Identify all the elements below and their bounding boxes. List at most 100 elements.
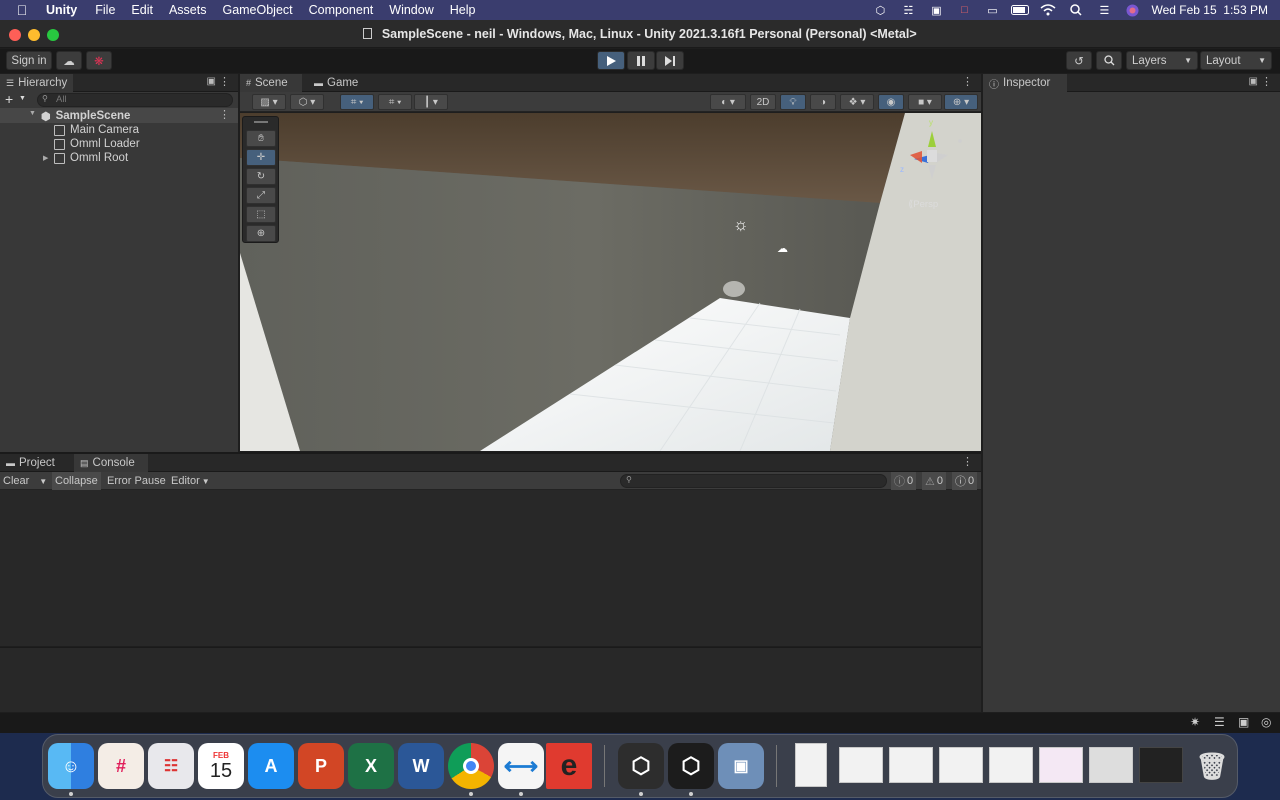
rotate-tool-icon[interactable]: ↻ (246, 168, 276, 185)
error-count-toggle[interactable]: ⓘ 0 (952, 472, 978, 490)
wifi-icon[interactable] (1039, 3, 1057, 17)
kebab-menu-icon[interactable]: ⋮ (962, 75, 973, 88)
unity-window-thumbnail[interactable] (1139, 747, 1183, 783)
chrome-window-thumbnail[interactable] (939, 747, 983, 783)
notes-tray-icon[interactable]: □ (955, 3, 973, 17)
history-icon[interactable]: ↺ (1066, 51, 1092, 70)
scale-tool-icon[interactable]: ⤢ (246, 187, 276, 204)
display-tray-icon[interactable]: ▭ (983, 3, 1001, 17)
tab-hierarchy[interactable]: ☰ Hierarchy (0, 74, 74, 92)
excel-icon[interactable]: X (348, 743, 394, 789)
cache-icon[interactable]: ☰ (1214, 715, 1225, 729)
scene-visibility-icon[interactable]: ◉ (878, 94, 904, 110)
effects-dropdown[interactable]: ❖ ▾ (840, 94, 874, 110)
slack-icon[interactable]: # (98, 743, 144, 789)
editor-dropdown[interactable]: Editor ▼ (168, 472, 213, 490)
vscode-icon[interactable]: ⟷ (498, 743, 544, 789)
camera-dropdown[interactable]: ■ ▾ (908, 94, 942, 110)
step-button[interactable] (656, 51, 684, 70)
tools-drag-handle[interactable] (254, 121, 268, 123)
scene-root-item[interactable]: ▼ ⬢ SampleScene (29, 109, 130, 123)
menu-edit[interactable]: Edit (123, 3, 161, 17)
tab-console[interactable]: ▤ Console (74, 454, 148, 472)
tab-inspector[interactable]: ⓘ Inspector (983, 74, 1067, 92)
console-detail-area[interactable] (0, 647, 981, 712)
siri-icon[interactable] (1123, 3, 1141, 17)
control-center-icon[interactable]: ☰ (1095, 3, 1113, 17)
recent-document-thumbnail[interactable] (795, 743, 827, 787)
render-mode-dropdown[interactable]: ⬡ ▾ (290, 94, 324, 110)
directional-light-icon[interactable]: ☼ (733, 215, 749, 235)
move-tool-icon[interactable]: ✛ (246, 149, 276, 166)
chrome-window-thumbnail[interactable] (989, 747, 1033, 783)
preview-icon[interactable]: ▣ (718, 743, 764, 789)
hand-tool-icon[interactable]: ✋︎ (246, 130, 276, 147)
audio-toggle-icon[interactable]: ◑ (810, 94, 836, 110)
cloud-icon[interactable]: ☁ (56, 51, 82, 70)
log-count-toggle[interactable]: ⓘ 0 (891, 472, 917, 490)
unity-editor-icon[interactable]: ⬡ (668, 743, 714, 789)
layout-dropdown[interactable]: Layout ▼ (1200, 51, 1272, 70)
error-pause-toggle[interactable]: Error Pause (104, 472, 169, 490)
powerpoint-icon[interactable]: P (298, 743, 344, 789)
menu-component[interactable]: Component (301, 3, 382, 17)
scene-viewport[interactable]: ✋︎ ✛ ↻ ⤢ ⬚ ⊕ ☼ ☁ y z ⟪Persp (240, 113, 981, 451)
tab-project[interactable]: ▬ Project (0, 454, 61, 472)
sign-in-button[interactable]: Sign in (6, 51, 52, 70)
menu-file[interactable]: File (87, 3, 123, 17)
menu-window[interactable]: Window (381, 3, 441, 17)
increment-snap-dropdown[interactable]: ⌗ ▾ (378, 94, 412, 110)
gizmos-dropdown[interactable]: ⊕ ▾ (944, 94, 978, 110)
toggle-2d-button[interactable]: 2D (750, 94, 776, 110)
projection-toggle[interactable]: ⟪Persp (908, 199, 938, 210)
chrome-window-thumbnail[interactable] (839, 747, 883, 783)
draw-mode-dropdown[interactable]: ▨ ▾ (252, 94, 286, 110)
console-log-area[interactable] (0, 490, 981, 646)
hierarchy-item-omml-loader[interactable]: Omml Loader (54, 137, 140, 151)
notification-icon[interactable]: ◎ (1261, 715, 1271, 729)
hierarchy-item-omml-root[interactable]: ▶ Omml Root (43, 151, 128, 165)
tab-game[interactable]: ▬ Game (308, 74, 364, 92)
trash-icon[interactable]: 🗑︎ (1189, 743, 1235, 789)
hierarchy-search-field[interactable]: ⚲ All (37, 93, 233, 107)
app-store-icon[interactable]: A (248, 743, 294, 789)
collab-icon[interactable]: ❋ (86, 51, 112, 70)
shading-mode-dropdown[interactable]: ◐ ▾ (710, 94, 746, 110)
finder-icon[interactable]: ☺ (48, 743, 94, 789)
eclipse-icon[interactable]: e (546, 743, 592, 789)
menu-app-unity[interactable]: Unity (44, 3, 87, 17)
scene-orientation-gizmo[interactable]: y z ⟪Persp (900, 118, 962, 210)
layers-dropdown[interactable]: Layers ▼ (1126, 51, 1198, 70)
chevron-down-icon[interactable]: ▼ (19, 95, 26, 102)
search-icon[interactable] (1096, 51, 1122, 70)
minimize-window-button[interactable] (28, 29, 40, 41)
grid-snap-dropdown[interactable]: ⌗ ▾ (340, 94, 374, 110)
menu-gameobject[interactable]: GameObject (214, 3, 300, 17)
launchpad-icon[interactable]: ☷ (148, 743, 194, 789)
collapsed-arrow-icon[interactable]: ▶ (43, 154, 48, 162)
kebab-menu-icon[interactable]: ⋮ (219, 75, 230, 88)
tab-scene[interactable]: # Scene (240, 74, 302, 92)
chevron-down-icon[interactable]: ▼ (39, 477, 47, 486)
zoom-window-button[interactable] (47, 29, 59, 41)
unity-hub-icon[interactable]: ⬡ (618, 743, 664, 789)
chrome-window-thumbnail[interactable] (889, 747, 933, 783)
unity-tray-icon[interactable]: ⬡ (871, 3, 889, 17)
scene-kebab-icon[interactable]: ⋮ (219, 108, 230, 121)
add-object-button[interactable]: + (5, 91, 13, 107)
battery-icon[interactable] (1011, 3, 1030, 17)
progress-icon[interactable]: ▣ (1238, 715, 1249, 729)
chrome-window-thumbnail[interactable] (1039, 747, 1083, 783)
sync-tray-icon[interactable]: ☵ (899, 3, 917, 17)
warning-count-toggle[interactable]: ⚠ 0 (922, 472, 946, 490)
menu-help[interactable]: Help (442, 3, 484, 17)
hierarchy-item-main-camera[interactable]: Main Camera (54, 123, 139, 137)
word-icon[interactable]: W (398, 743, 444, 789)
audio-source-icon[interactable]: ☁ (777, 242, 788, 255)
kebab-menu-icon[interactable]: ⋮ (1261, 75, 1272, 88)
collapse-toggle[interactable]: Collapse (52, 472, 101, 490)
lock-icon[interactable]: ▣ (1249, 76, 1258, 87)
expanded-arrow-icon[interactable]: ▼ (29, 110, 36, 117)
transform-tool-icon[interactable]: ⊕ (246, 225, 276, 242)
menu-assets[interactable]: Assets (161, 3, 215, 17)
